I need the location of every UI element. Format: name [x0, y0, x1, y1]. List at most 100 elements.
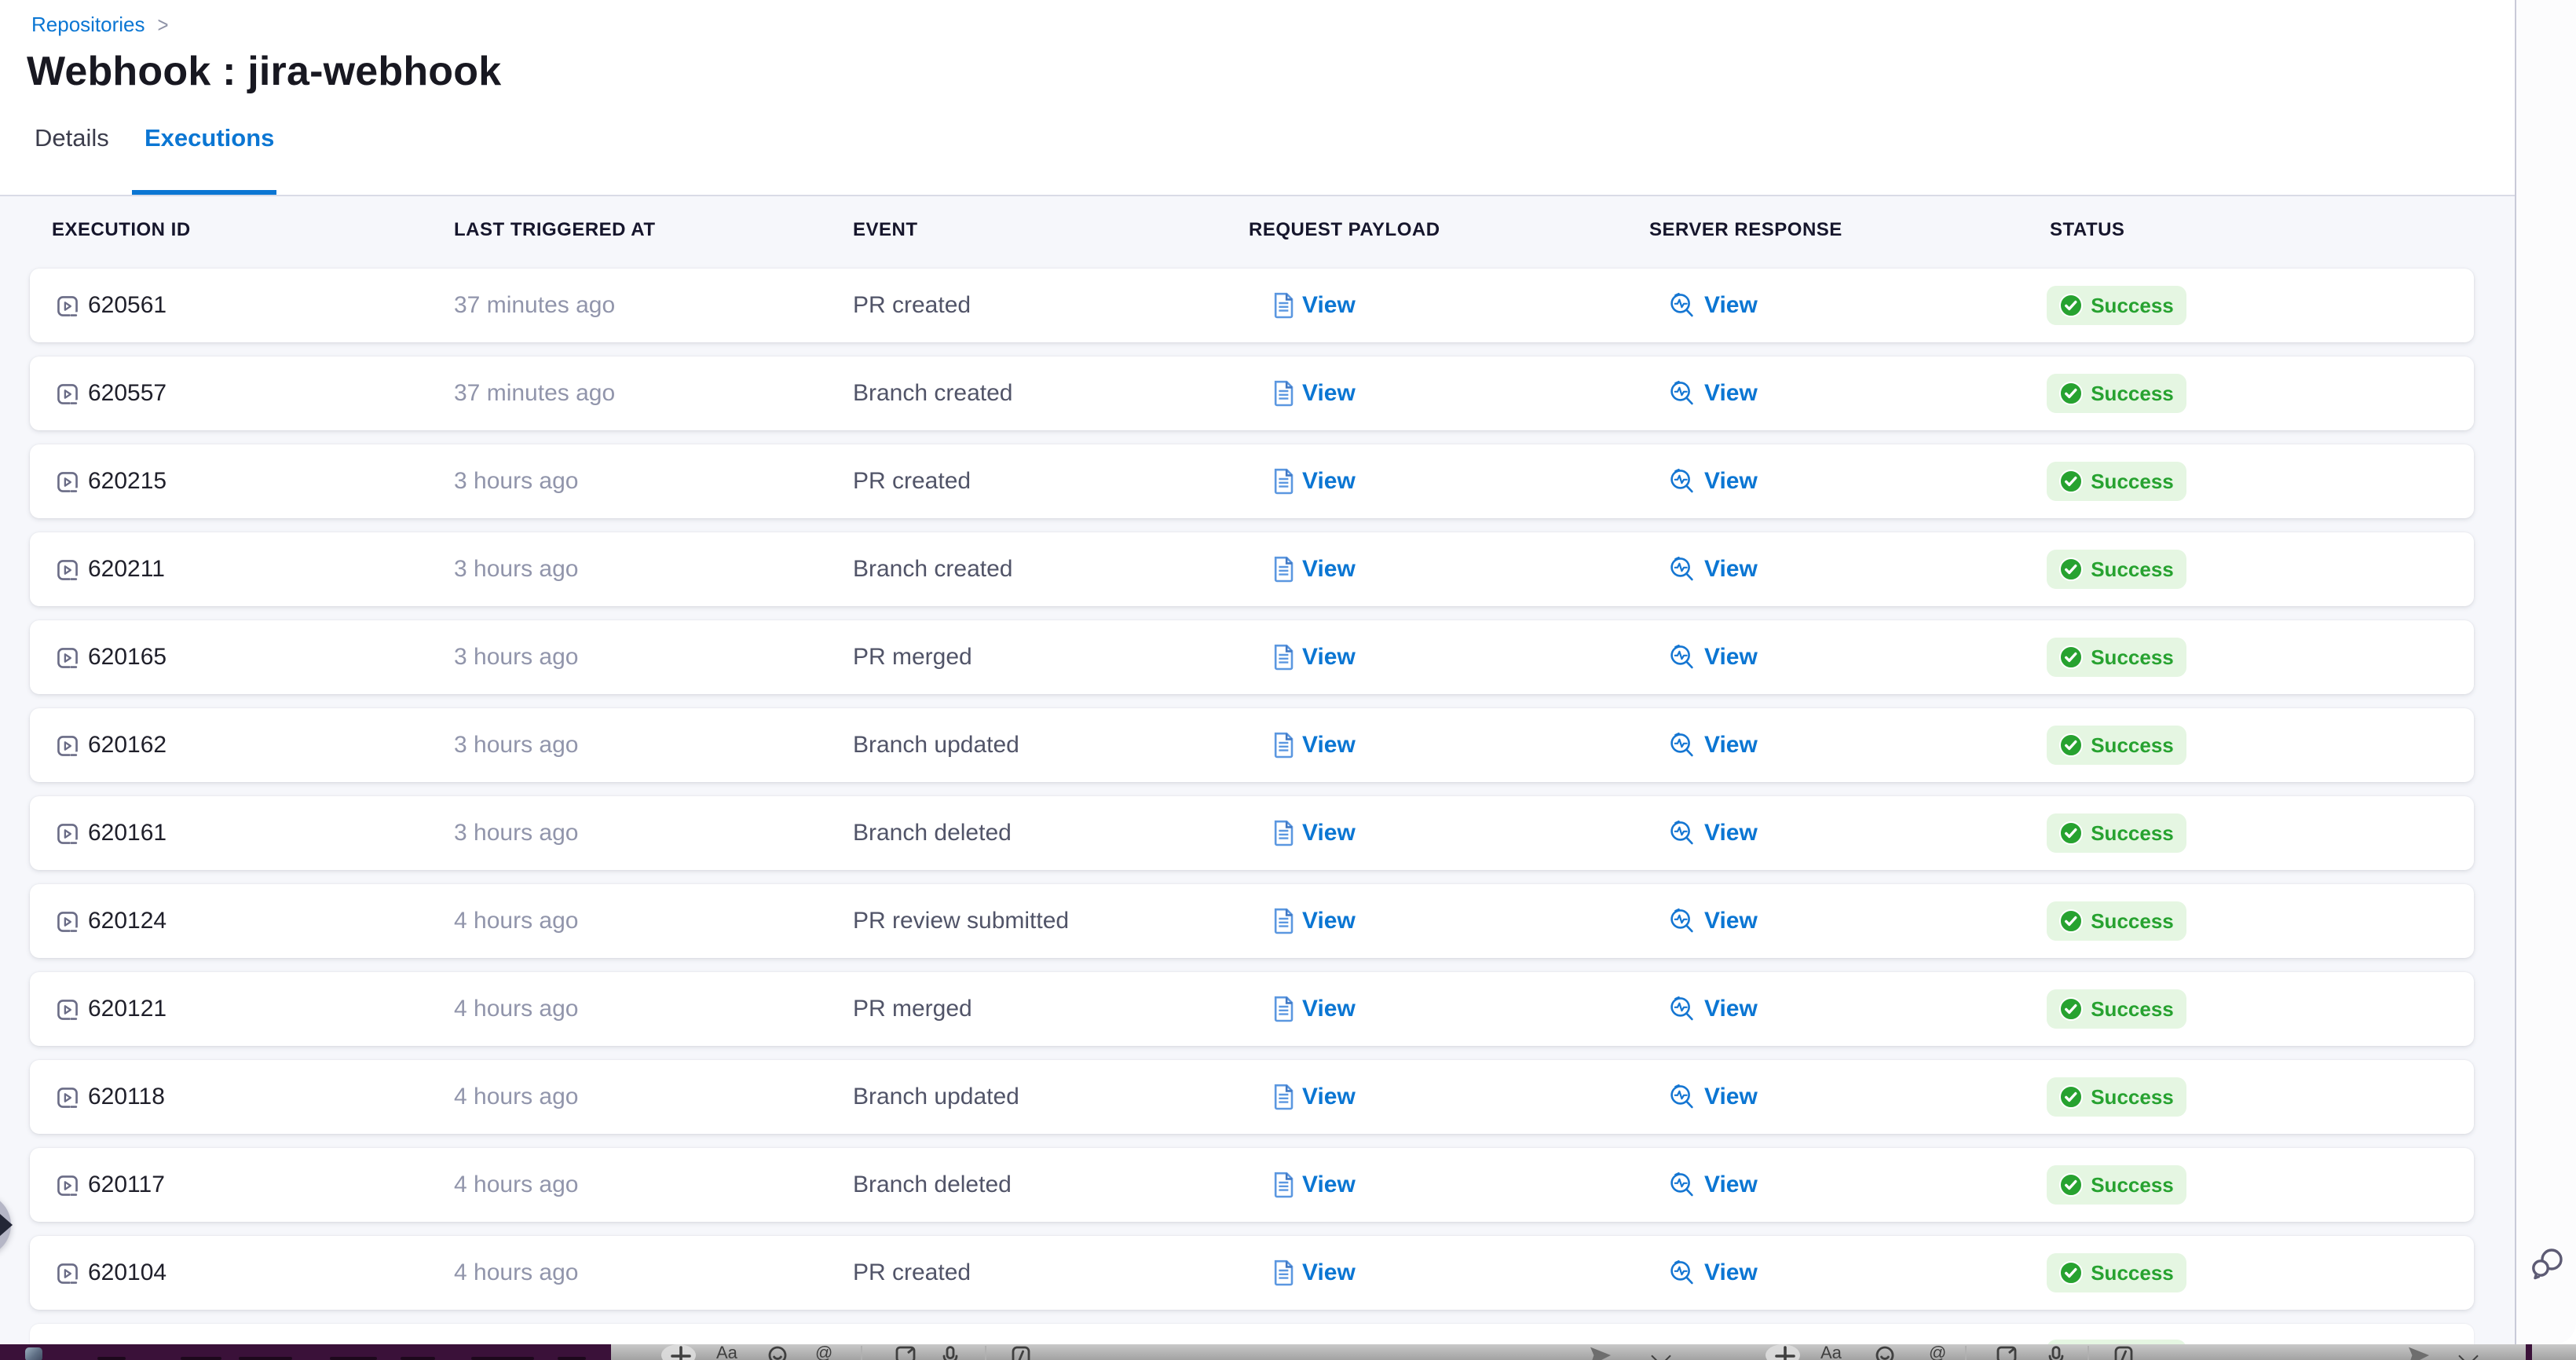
emoji-icon[interactable]	[768, 1346, 787, 1360]
microphone-icon[interactable]	[942, 1346, 958, 1360]
server-response-view-link[interactable]: View	[1668, 269, 1758, 342]
image-icon[interactable]	[895, 1346, 916, 1360]
status-badge: Success	[2047, 1253, 2186, 1292]
table-row[interactable]: 620162 3 hours ago Branch updated View V…	[30, 708, 2474, 782]
emoji-icon[interactable]	[1875, 1346, 1894, 1360]
search-response-icon	[1668, 1259, 1696, 1287]
server-response-view-link[interactable]: View	[1668, 1236, 1758, 1310]
tab-executions[interactable]: Executions	[145, 126, 274, 154]
request-payload-view-link[interactable]: View	[1272, 1236, 1356, 1310]
chat-bubbles-icon[interactable]	[2529, 1245, 2567, 1283]
status-badge: Success	[2047, 550, 2186, 589]
execution-icon	[57, 823, 79, 845]
send-icon[interactable]	[1590, 1346, 1612, 1360]
server-response-view-link[interactable]: View	[1668, 620, 1758, 694]
check-circle-icon	[2059, 997, 2083, 1021]
image-icon[interactable]	[1996, 1346, 2017, 1360]
toolbar-divider	[1965, 1346, 1967, 1360]
execution-id: 620165	[88, 620, 166, 694]
table-row[interactable]: 620124 4 hours ago PR review submitted V…	[30, 884, 2474, 958]
text-format-icon[interactable]: Aa	[1820, 1346, 1842, 1360]
request-payload-view-link[interactable]: View	[1272, 972, 1356, 1046]
search-response-icon	[1668, 467, 1696, 495]
request-payload-view-link[interactable]: View	[1272, 708, 1356, 782]
execution-icon	[57, 999, 79, 1021]
status-badge-label: Success	[2091, 997, 2174, 1021]
screen: Repositories > Webhook : jira-webhook De…	[0, 0, 2576, 1360]
plus-icon[interactable]	[1775, 1346, 1795, 1360]
avatar	[25, 1347, 42, 1360]
request-payload-view-link[interactable]: View	[1272, 444, 1356, 518]
server-response-view-link[interactable]: View	[1668, 1060, 1758, 1134]
chevron-down-icon[interactable]	[1651, 1346, 1670, 1360]
toolbar-divider	[2088, 1346, 2089, 1360]
status-badge: Success	[2047, 901, 2186, 941]
execution-id: 620121	[88, 972, 166, 1046]
microphone-icon[interactable]	[2048, 1346, 2064, 1360]
execution-id: 620215	[88, 444, 166, 518]
table-row[interactable]: 620165 3 hours ago PR merged View View S…	[30, 620, 2474, 694]
table-row[interactable]: 620557 37 minutes ago Branch created Vie…	[30, 356, 2474, 430]
titlebar-text-fragment	[97, 1357, 126, 1360]
status-badge: Success	[2047, 1077, 2186, 1117]
active-tab-underline	[132, 189, 276, 195]
server-response-view-link[interactable]: View	[1668, 972, 1758, 1046]
search-response-icon	[1668, 995, 1696, 1023]
mention-icon[interactable]: @	[815, 1346, 832, 1360]
request-payload-view-link[interactable]: View	[1272, 1060, 1356, 1134]
server-response-view-link[interactable]: View	[1668, 532, 1758, 606]
search-response-icon	[1668, 643, 1696, 671]
request-payload-view-link[interactable]: View	[1272, 532, 1356, 606]
server-response-view-link[interactable]: View	[1668, 708, 1758, 782]
table-row[interactable]: 620161 3 hours ago Branch deleted View V…	[30, 796, 2474, 870]
request-payload-view-link[interactable]: View	[1272, 269, 1356, 342]
plus-icon[interactable]	[671, 1346, 691, 1360]
event-name: Branch deleted	[853, 1148, 1012, 1222]
background-window-strip: Aa @ Aa @	[0, 1344, 2576, 1360]
table-row[interactable]: 620215 3 hours ago PR created View View …	[30, 444, 2474, 518]
status-badge-label: Success	[2091, 1085, 2174, 1109]
tab-details[interactable]: Details	[35, 126, 109, 154]
request-payload-view-link[interactable]: View	[1272, 620, 1356, 694]
send-icon[interactable]	[2408, 1346, 2430, 1360]
event-name: Branch created	[853, 356, 1012, 430]
last-triggered-at: 4 hours ago	[454, 884, 578, 958]
view-link-label: View	[1704, 908, 1758, 934]
execution-id: 620118	[88, 1060, 165, 1134]
table-row[interactable]: 620118 4 hours ago Branch updated View V…	[30, 1060, 2474, 1134]
mention-icon[interactable]: @	[1929, 1346, 1946, 1360]
table-row-partial[interactable]: Success	[30, 1324, 2474, 1344]
server-response-view-link[interactable]: View	[1668, 444, 1758, 518]
server-response-view-link[interactable]: View	[1668, 356, 1758, 430]
request-payload-view-link[interactable]: View	[1272, 1148, 1356, 1222]
server-response-view-link[interactable]: View	[1668, 796, 1758, 870]
view-link-label: View	[1302, 820, 1356, 846]
execution-icon	[57, 1263, 79, 1285]
request-payload-view-link[interactable]: View	[1272, 356, 1356, 430]
request-payload-view-link[interactable]: View	[1272, 884, 1356, 958]
server-response-view-link[interactable]: View	[1668, 1148, 1758, 1222]
status-badge-label: Success	[2091, 558, 2174, 581]
last-triggered-at: 3 hours ago	[454, 708, 578, 782]
chevron-down-icon[interactable]	[2458, 1346, 2478, 1360]
table-row[interactable]: 620104 4 hours ago PR created View View …	[30, 1236, 2474, 1310]
check-circle-icon	[2059, 470, 2083, 493]
text-format-icon[interactable]: Aa	[716, 1346, 737, 1360]
search-response-icon	[1668, 555, 1696, 583]
table-row[interactable]: 620117 4 hours ago Branch deleted View V…	[30, 1148, 2474, 1222]
execution-icon	[57, 559, 79, 581]
table-row[interactable]: 620561 37 minutes ago PR created View Vi…	[30, 269, 2474, 342]
server-response-view-link[interactable]: View	[1668, 884, 1758, 958]
slash-command-icon[interactable]	[1012, 1346, 1030, 1360]
titlebar-text-fragment	[239, 1357, 292, 1360]
slash-command-icon[interactable]	[2114, 1346, 2133, 1360]
table-row[interactable]: 620121 4 hours ago PR merged View View S…	[30, 972, 2474, 1046]
last-triggered-at: 4 hours ago	[454, 1060, 578, 1134]
toolbar-divider	[861, 1346, 862, 1360]
table-row[interactable]: 620211 3 hours ago Branch created View V…	[30, 532, 2474, 606]
status-badge-label: Success	[2091, 909, 2174, 933]
request-payload-view-link[interactable]: View	[1272, 796, 1356, 870]
event-name: PR created	[853, 1236, 971, 1310]
breadcrumb-repositories-link[interactable]: Repositories	[31, 13, 145, 36]
check-circle-icon	[2059, 558, 2083, 581]
